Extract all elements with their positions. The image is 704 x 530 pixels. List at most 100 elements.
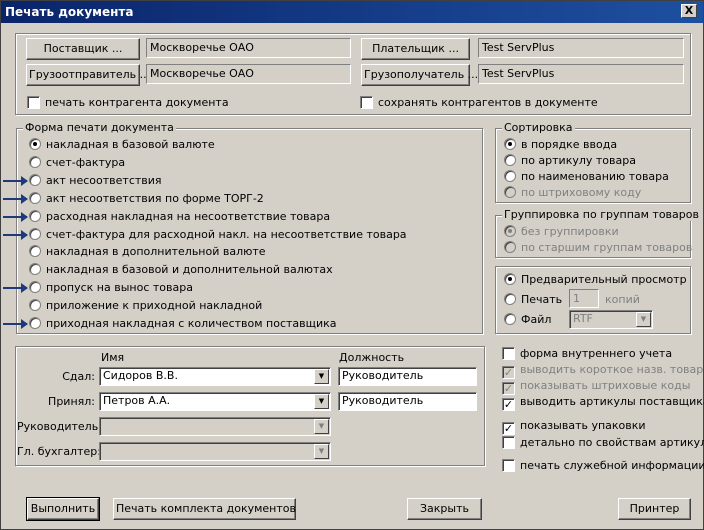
form-radio[interactable] — [29, 281, 41, 294]
form-label: приложение к приходной накладной — [46, 299, 263, 313]
sorting-legend: Сортировка — [502, 121, 575, 134]
option-label: печать служебной информации — [520, 459, 704, 472]
shipper-value: Москворечье ОАО — [146, 64, 351, 84]
option-box[interactable]: ✓ — [502, 398, 515, 411]
form-label: приходная накладная с количеством постав… — [46, 317, 337, 330]
option-box[interactable] — [502, 347, 515, 360]
signer-position-field[interactable]: Руководитель — [338, 367, 477, 386]
form-label: акт несоответствия — [46, 173, 162, 187]
signer-label: Принял: — [48, 395, 95, 408]
form-option[interactable]: накладная в базовой и дополнительной вал… — [29, 262, 333, 278]
form-option[interactable]: приходная накладная с количеством постав… — [29, 316, 337, 332]
form-option[interactable]: накладная в дополнительной валюте — [29, 244, 266, 260]
form-option[interactable]: акт несоответствия по форме ТОРГ-2 — [29, 191, 264, 207]
preview-radio-dot[interactable] — [504, 273, 516, 285]
sorting-radio[interactable] — [504, 138, 516, 150]
print-document-dialog: Печать документа X Поставщик ... Москвор… — [0, 0, 704, 530]
payer-value: Test ServPlus — [478, 38, 684, 58]
form-option[interactable]: пропуск на вынос товара — [29, 280, 193, 296]
title-bar: Печать документа X — [1, 1, 703, 23]
sorting-option[interactable]: по наименованию товара — [504, 169, 669, 185]
option-label: показывать штриховые коды — [520, 379, 691, 392]
form-option[interactable]: приложение к приходной накладной — [29, 298, 262, 314]
form-option[interactable]: счет-фактура — [29, 155, 125, 171]
preview-radio[interactable]: Предварительный просмотр — [504, 272, 687, 288]
supplier-button[interactable]: Поставщик ... — [26, 38, 140, 60]
close-button[interactable]: Закрыть — [407, 498, 482, 520]
option-checkbox[interactable]: детально по свойствам артикулов — [502, 435, 704, 451]
print-contractor-box[interactable] — [27, 96, 40, 109]
form-option[interactable]: акт несоответствия — [29, 173, 162, 189]
print-form-legend: Форма печати документа — [23, 121, 176, 134]
print-contractor-checkbox[interactable]: печать контрагента документа — [27, 95, 229, 111]
chevron-down-icon[interactable]: ▼ — [314, 369, 329, 384]
option-checkbox[interactable]: ✓ показывать упаковки — [502, 418, 646, 435]
print-set-button[interactable]: Печать комплекта документов — [113, 498, 296, 520]
sorting-radio[interactable] — [504, 170, 516, 182]
form-label: счет-фактура для расходной накл. на несо… — [46, 227, 407, 241]
print-contractor-label: печать контрагента документа — [45, 96, 229, 109]
printer-button[interactable]: Принтер — [618, 498, 691, 520]
shipper-button[interactable]: Грузоотправитель ... — [26, 64, 150, 86]
print-radio-dot[interactable] — [504, 293, 516, 305]
signer-name-select[interactable]: Сидоров В.В. ▼ — [99, 367, 331, 386]
form-radio[interactable] — [29, 209, 41, 222]
option-checkbox[interactable]: ✓ выводить артикулы поставщика — [502, 394, 704, 411]
grouping-option: по старшим группам товаров — [504, 240, 692, 256]
file-radio[interactable]: Файл — [504, 312, 551, 328]
chevron-down-icon: ▼ — [314, 419, 329, 434]
signer-name-select: ▼ — [99, 442, 331, 461]
chevron-down-icon[interactable]: ▼ — [314, 394, 329, 409]
form-radio[interactable] — [29, 138, 41, 150]
execute-button[interactable]: Выполнить — [26, 497, 100, 521]
form-option[interactable]: счет-фактура для расходной накл. на несо… — [29, 227, 407, 243]
chevron-down-icon: ▼ — [314, 444, 329, 459]
option-label: детально по свойствам артикулов — [520, 436, 704, 449]
save-contractors-checkbox[interactable]: сохранять контрагентов в документе — [360, 95, 598, 111]
form-radio[interactable] — [29, 299, 41, 312]
preview-label: Предварительный просмотр — [521, 273, 687, 286]
signer-name-value: Петров А.А. — [103, 394, 171, 407]
form-option[interactable]: расходная накладная на несоответствие то… — [29, 209, 330, 225]
signer-label: Гл. бухгалтер: — [17, 445, 101, 458]
option-checkbox[interactable]: печать служебной информации — [502, 458, 704, 474]
sorting-option[interactable]: по артикулу товара — [504, 153, 636, 169]
form-radio[interactable] — [29, 263, 41, 276]
sorting-option[interactable]: в порядке ввода — [504, 137, 617, 153]
signer-name-select[interactable]: Петров А.А. ▼ — [99, 392, 331, 411]
grouping-option: без группировки — [504, 224, 619, 240]
form-radio[interactable] — [29, 173, 41, 186]
close-icon[interactable]: X — [681, 4, 697, 18]
pointer-arrow-icon — [3, 193, 28, 204]
signer-position-field[interactable]: Руководитель — [338, 392, 477, 411]
consignee-value: Test ServPlus — [478, 64, 684, 84]
form-radio[interactable] — [29, 245, 41, 258]
form-radio[interactable] — [29, 317, 41, 329]
grouping-legend: Группировка по группам товаров — [502, 208, 701, 221]
form-radio[interactable] — [29, 155, 41, 168]
file-format-select: RTF ▼ — [569, 310, 653, 329]
supplier-value: Москворечье ОАО — [146, 38, 351, 58]
file-radio-dot[interactable] — [504, 313, 516, 325]
sorting-radio[interactable] — [504, 154, 516, 166]
option-checkbox: ✓ показывать штриховые коды — [502, 378, 691, 395]
option-box[interactable]: ✓ — [502, 422, 515, 435]
copies-field: 1 — [569, 289, 599, 308]
form-radio[interactable] — [29, 191, 41, 204]
form-label: расходная накладная на несоответствие то… — [46, 209, 331, 223]
pointer-arrow-icon — [3, 319, 28, 329]
consignee-button[interactable]: Грузополучатель ... — [361, 64, 478, 86]
name-header: Имя — [101, 351, 125, 364]
option-label: форма внутреннего учета — [520, 347, 673, 360]
save-contractors-box[interactable] — [360, 96, 373, 109]
payer-button[interactable]: Плательщик ... — [361, 38, 470, 60]
option-box[interactable] — [502, 436, 515, 449]
option-box[interactable] — [502, 459, 515, 472]
sorting-label: по наименованию товара — [521, 170, 669, 183]
form-option[interactable]: накладная в базовой валюте — [29, 137, 215, 153]
grouping-label: по старшим группам товаров — [521, 241, 693, 254]
print-radio[interactable]: Печать — [504, 292, 562, 308]
option-checkbox[interactable]: форма внутреннего учета — [502, 346, 672, 362]
chevron-down-icon: ▼ — [636, 312, 651, 327]
form-radio[interactable] — [29, 227, 41, 240]
